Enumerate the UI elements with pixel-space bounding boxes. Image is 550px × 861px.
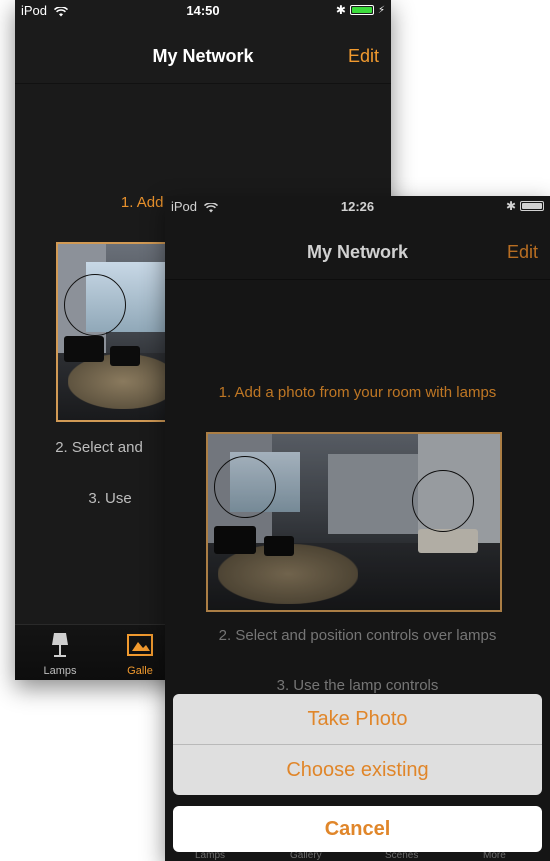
status-right: ✱ [506,199,544,213]
bluetooth-icon: ✱ [335,3,346,17]
status-right: ✱ ⚡ [336,3,385,17]
tab-lamps[interactable]: Lamps [15,625,105,680]
battery-icon [520,201,544,211]
page-title: My Network [306,242,409,262]
nav-bar: My Network Edit [15,20,391,84]
take-photo-button[interactable]: Take Photo [173,694,542,744]
step-3-text: 3. Use the lamp controls [276,677,439,694]
room-photo[interactable] [56,242,181,422]
edit-button[interactable]: Edit [507,242,538,263]
cancel-button[interactable]: Cancel [173,806,542,852]
nav-bar: My Network Edit [165,216,550,280]
lamp-icon [52,633,68,657]
action-sheet: Take Photo Choose existing [173,694,542,795]
front-phone-screen: iPod 12:26 ✱ My Network Edit 1. Add a ph… [165,196,550,861]
edit-button[interactable]: Edit [348,46,379,67]
lamp-control-ring[interactable] [412,470,474,532]
choose-existing-button[interactable]: Choose existing [173,745,542,795]
lamp-control-ring[interactable] [64,274,126,336]
tab-label: Lamps [43,665,77,677]
bluetooth-icon: ✱ [505,199,516,213]
gallery-icon [127,634,153,656]
status-bar: iPod 14:50 ✱ ⚡ [15,0,391,20]
status-time: 12:26 [340,199,375,214]
room-photo[interactable] [206,432,502,612]
step-1-text: 1. Add a photo from your room with lamps [218,384,497,401]
battery-icon [349,5,374,15]
charging-icon: ⚡ [377,4,385,16]
status-bar: iPod 12:26 ✱ [165,196,550,216]
lamp-control-ring[interactable] [214,456,276,518]
page-title: My Network [152,46,254,66]
step-2-text: 2. Select and position controls over lam… [218,627,497,644]
status-time: 14:50 [186,3,220,18]
